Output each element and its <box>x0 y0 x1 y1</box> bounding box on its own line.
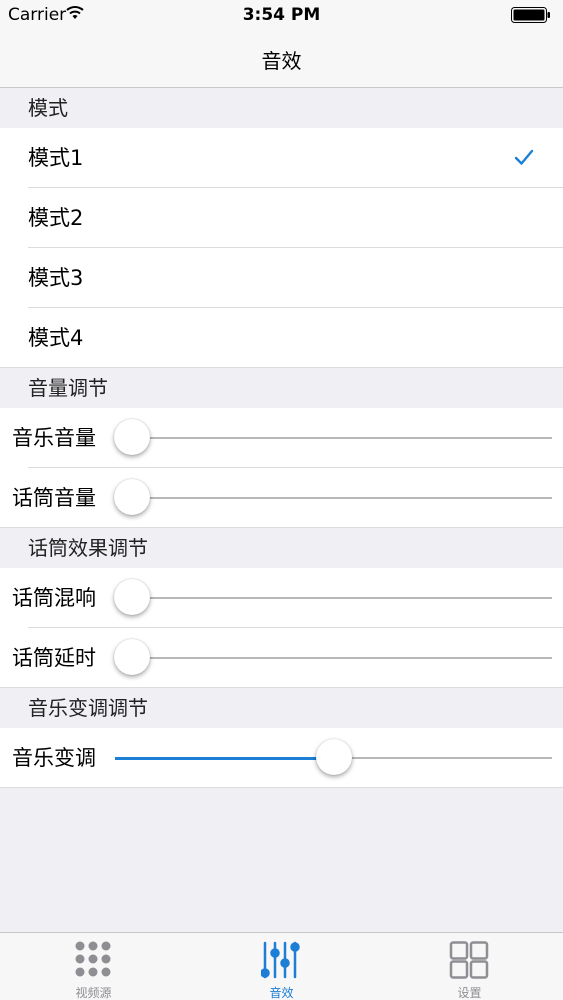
music-pitch-label: 音乐变调 <box>12 746 96 770</box>
mic-volume-row: 话筒音量 <box>0 468 563 528</box>
mic-volume-slider[interactable] <box>114 479 552 515</box>
mic-delay-label: 话筒延时 <box>12 646 96 670</box>
squares-icon <box>449 941 489 979</box>
settings-list: 模式 模式1 模式2 模式3 模式4 音量调节 音乐音量 话筒音量 话筒效果调节… <box>0 88 563 788</box>
tab-settings[interactable]: 设置 <box>376 933 563 1000</box>
mode-option-label: 模式2 <box>28 206 84 230</box>
section-header-volume: 音量调节 <box>0 368 563 408</box>
status-time: 3:54 PM <box>242 5 321 25</box>
slider-thumb[interactable] <box>114 419 151 455</box>
tab-video-source[interactable]: 视频源 <box>0 933 187 1000</box>
mic-reverb-label: 话筒混响 <box>12 586 96 610</box>
mode-option-label: 模式4 <box>28 326 84 350</box>
mode-option-2[interactable]: 模式2 <box>0 188 563 248</box>
mode-option-label: 模式3 <box>28 266 84 290</box>
slider-fill <box>115 756 334 760</box>
checkmark-icon <box>514 149 534 165</box>
music-volume-slider[interactable] <box>114 419 552 455</box>
section-header-mode: 模式 <box>0 88 563 128</box>
music-pitch-slider[interactable] <box>115 739 552 775</box>
music-volume-label: 音乐音量 <box>12 426 96 450</box>
mic-delay-row: 话筒延时 <box>0 628 563 688</box>
mode-option-label: 模式1 <box>28 146 84 170</box>
mode-option-1[interactable]: 模式1 <box>0 128 563 188</box>
section-header-mic-effect: 话筒效果调节 <box>0 528 563 568</box>
battery-icon <box>511 7 550 23</box>
tab-label: 设置 <box>457 986 482 1000</box>
mic-volume-label: 话筒音量 <box>12 486 96 510</box>
mic-reverb-row: 话筒混响 <box>0 568 563 628</box>
mic-delay-slider[interactable] <box>114 639 552 675</box>
music-pitch-row: 音乐变调 <box>0 728 563 788</box>
tab-sound-effects[interactable]: 音效 <box>188 933 375 1000</box>
slider-thumb[interactable] <box>114 639 151 675</box>
slider-thumb[interactable] <box>114 479 151 515</box>
tab-label: 音效 <box>269 986 294 1000</box>
grid-dots-icon <box>75 941 111 977</box>
page-title: 音效 <box>261 49 302 73</box>
music-volume-row: 音乐音量 <box>0 408 563 468</box>
mode-option-4[interactable]: 模式4 <box>0 308 563 368</box>
mic-reverb-slider[interactable] <box>114 579 552 615</box>
equalizer-icon <box>261 941 300 979</box>
slider-thumb[interactable] <box>114 579 151 615</box>
tab-label: 视频源 <box>75 986 112 1000</box>
tab-bar: 视频源 音效 设置 <box>0 932 563 1000</box>
status-bar: Carrier 3:54 PM <box>0 0 563 30</box>
slider-thumb[interactable] <box>315 739 352 775</box>
navigation-bar: 音效 <box>0 30 563 88</box>
mode-option-3[interactable]: 模式3 <box>0 248 563 308</box>
section-header-pitch: 音乐变调调节 <box>0 688 563 728</box>
